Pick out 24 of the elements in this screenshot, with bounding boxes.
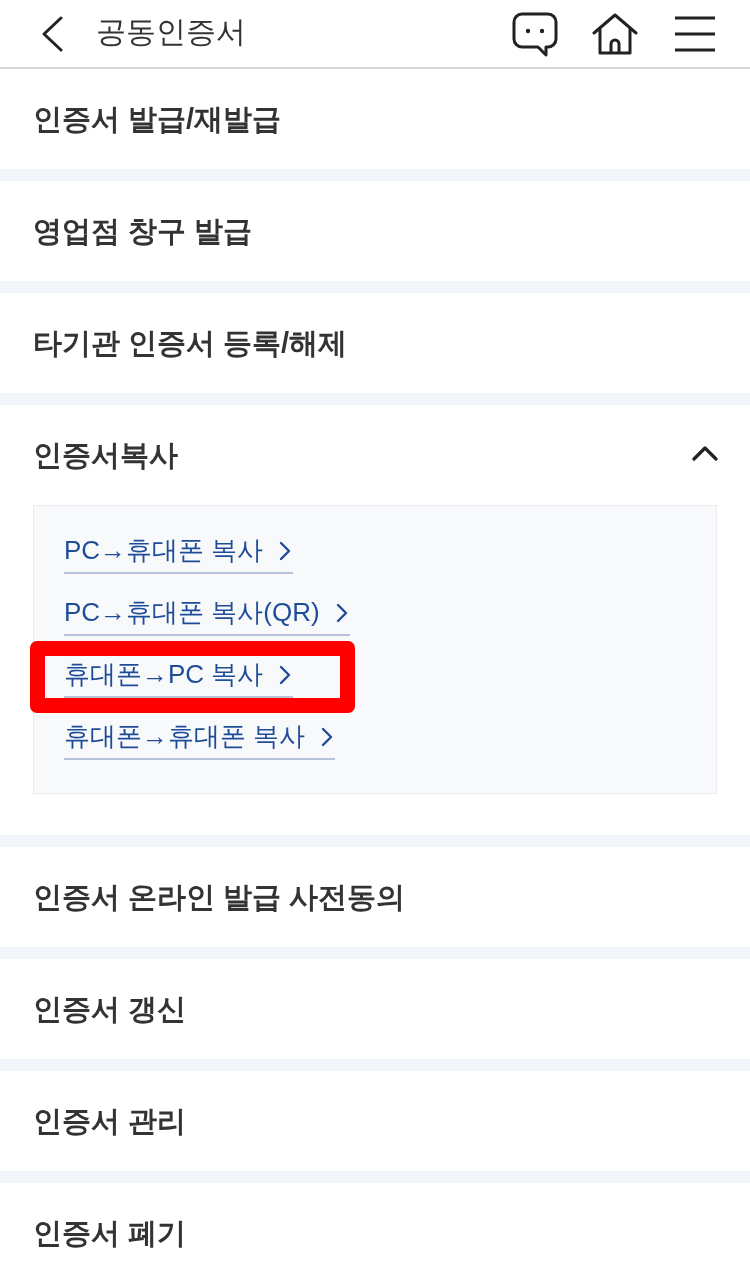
menu-item[interactable]: 인증서 발급/재발급	[33, 101, 282, 137]
chevron-right-icon	[321, 727, 334, 747]
menu-item[interactable]: 영업점 창구 발급	[33, 213, 253, 249]
home-icon	[592, 12, 638, 55]
menu-item[interactable]: 인증서 폐기	[33, 1215, 187, 1251]
menu-item[interactable]: 타기관 인증서 등록/해제	[33, 325, 348, 361]
submenu-link[interactable]: PC→휴대폰 복사	[64, 530, 294, 574]
chat-icon	[512, 10, 558, 57]
menu-item[interactable]: 인증서 관리	[33, 1103, 187, 1139]
back-icon	[41, 15, 63, 52]
menu-button[interactable]	[674, 15, 716, 52]
accordion-header[interactable]: 인증서복사	[0, 405, 750, 505]
menu-icon	[674, 15, 716, 52]
chevron-right-icon	[335, 603, 348, 623]
submenu-link[interactable]: 휴대폰→PC 복사	[64, 654, 294, 698]
menu-item[interactable]: 인증서 갱신	[33, 991, 187, 1027]
home-button[interactable]	[592, 11, 638, 56]
submenu-link[interactable]: PC→휴대폰 복사(QR)	[64, 592, 350, 636]
chat-button[interactable]	[512, 10, 558, 57]
chevron-right-icon	[279, 665, 292, 685]
chevron-right-icon	[279, 541, 292, 561]
menu-item[interactable]: 인증서 온라인 발급 사전동의	[33, 879, 406, 915]
submenu-link[interactable]: 휴대폰→휴대폰 복사	[64, 716, 336, 760]
page-title: 공동인증서	[96, 13, 246, 50]
